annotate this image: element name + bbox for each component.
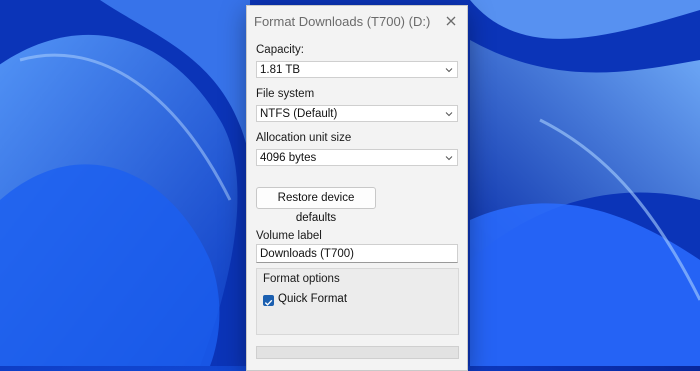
dialog-title: Format Downloads (T700) (D:) <box>254 14 431 29</box>
volume-label-input[interactable]: Downloads (T700) <box>256 244 458 263</box>
restore-defaults-button[interactable]: Restore device defaults <box>256 187 376 224</box>
capacity-label: Capacity: <box>256 44 304 56</box>
dialog-titlebar: Format Downloads (T700) (D:) <box>247 6 467 36</box>
chevron-down-icon <box>445 68 453 73</box>
allocation-dropdown[interactable]: 4096 bytes <box>256 149 458 166</box>
file-system-value: NTFS (Default) <box>260 108 338 120</box>
file-system-dropdown[interactable]: NTFS (Default) <box>256 105 458 122</box>
format-options-title: Format options <box>263 273 340 285</box>
quick-format-label[interactable]: Quick Format <box>278 293 347 305</box>
quick-format-checkbox[interactable] <box>263 295 274 306</box>
format-dialog: Format Downloads (T700) (D:) Capacity: 1… <box>246 5 468 371</box>
format-options-group: Format options Quick Format <box>256 268 459 335</box>
allocation-value: 4096 bytes <box>260 152 317 164</box>
format-progress-bar <box>256 346 459 359</box>
chevron-down-icon <box>445 112 453 117</box>
volume-label-label: Volume label <box>256 230 322 242</box>
close-icon[interactable] <box>443 13 459 29</box>
capacity-value: 1.81 TB <box>260 64 301 76</box>
chevron-down-icon <box>445 156 453 161</box>
file-system-label: File system <box>256 88 315 100</box>
volume-label-value: Downloads (T700) <box>260 248 354 260</box>
checkmark-icon <box>264 299 273 306</box>
allocation-label: Allocation unit size <box>256 132 352 144</box>
capacity-dropdown[interactable]: 1.81 TB <box>256 61 458 78</box>
